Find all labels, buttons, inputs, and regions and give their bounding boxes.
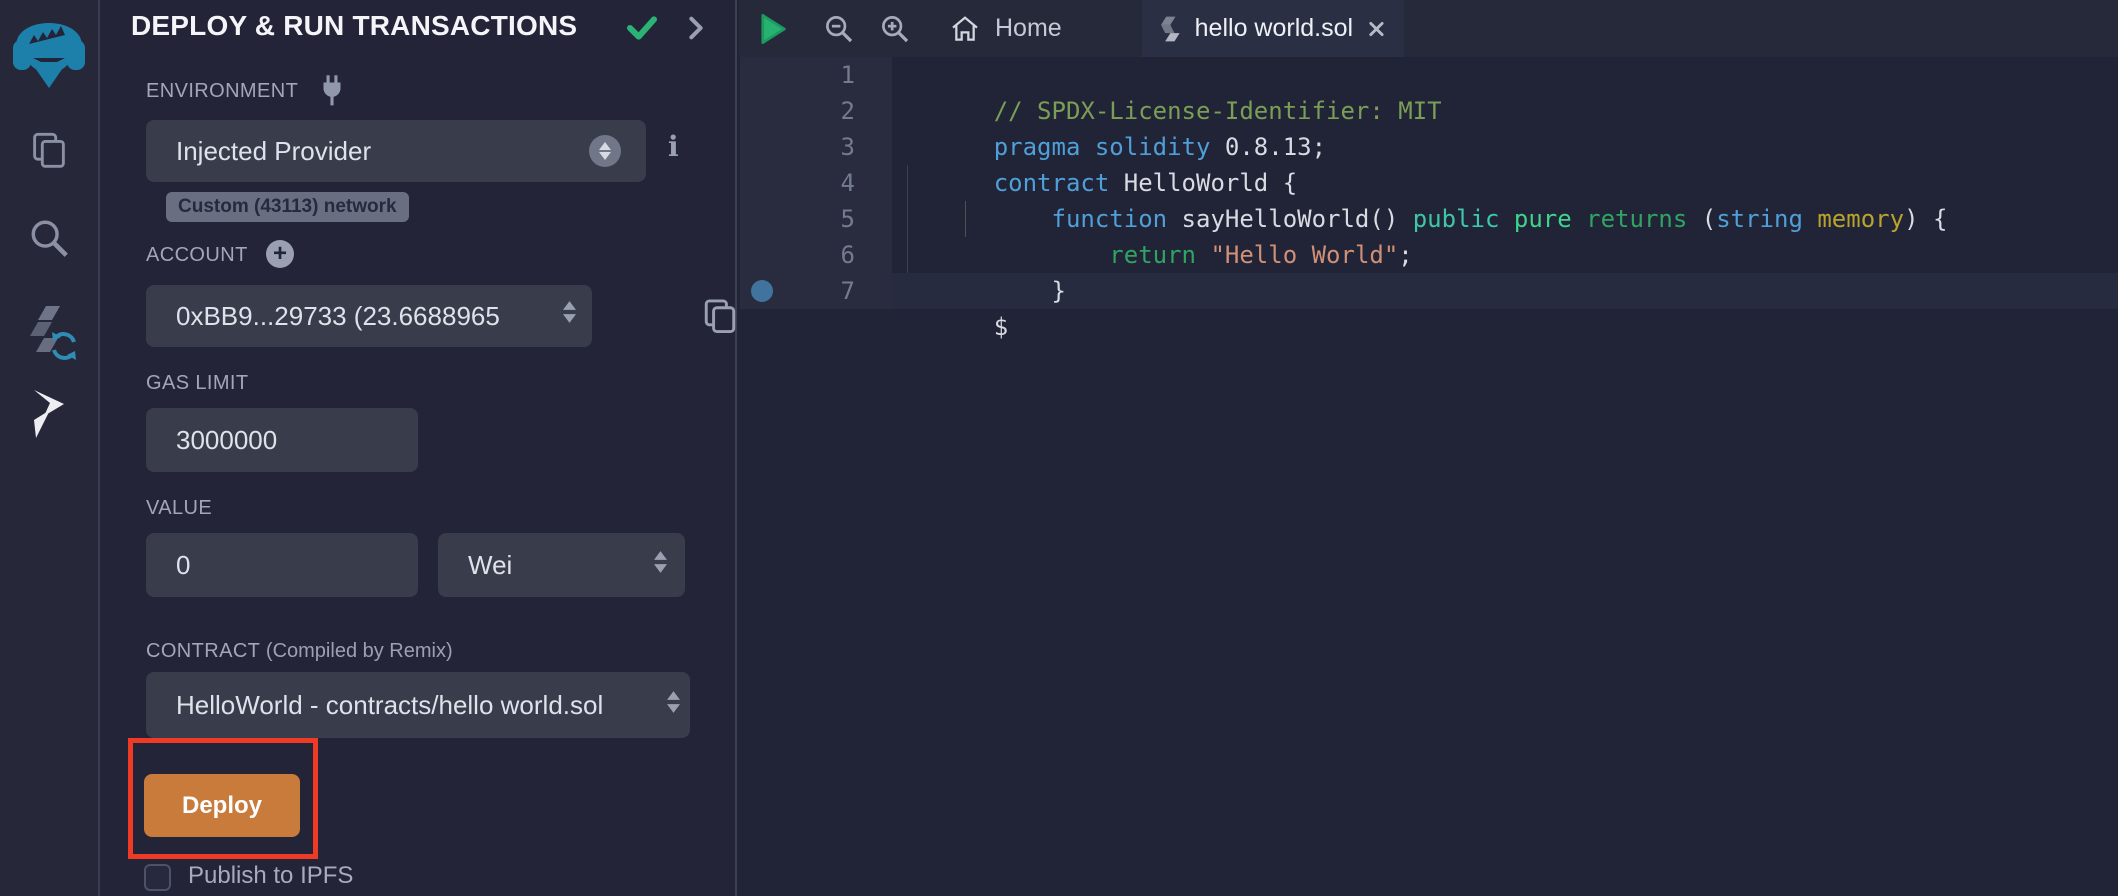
remix-logo-icon[interactable] xyxy=(0,6,98,92)
panel-expand-chevron-icon[interactable] xyxy=(685,14,707,42)
tab-home[interactable]: Home xyxy=(939,0,1072,57)
value-label: VALUE xyxy=(146,497,212,520)
code-token: string xyxy=(1716,205,1803,233)
arrow-up-icon xyxy=(667,691,680,700)
code-token: ; xyxy=(1398,241,1412,269)
contract-value: HelloWorld - contracts/hello world.sol xyxy=(176,690,603,721)
account-value: 0xBB9...29733 (23.6688965 xyxy=(176,301,500,332)
arrow-down-icon xyxy=(563,314,576,323)
arrow-down-icon xyxy=(667,704,680,713)
play-icon xyxy=(757,12,789,46)
search-icon[interactable] xyxy=(0,214,98,262)
code-line[interactable]: return "Hello World"; xyxy=(907,201,1413,237)
value-unit-select[interactable]: Wei xyxy=(438,533,685,597)
account-select[interactable]: 0xBB9...29733 (23.6688965 xyxy=(146,285,592,347)
contract-sublabel: (Compiled by Remix) xyxy=(266,640,453,662)
current-line-highlight xyxy=(892,273,2118,309)
account-select-stepper[interactable] xyxy=(563,301,576,323)
contract-select[interactable]: HelloWorld - contracts/hello world.sol xyxy=(146,672,690,738)
code-token xyxy=(1572,205,1586,233)
arrow-up-icon xyxy=(563,301,576,310)
arrow-up-icon xyxy=(654,551,667,560)
value-input[interactable]: 0 xyxy=(146,533,418,597)
solidity-file-icon xyxy=(1160,14,1181,44)
code-token xyxy=(1196,241,1210,269)
code-line[interactable]: contract HelloWorld { xyxy=(907,129,1297,165)
line-number: 1 xyxy=(739,57,855,93)
zoom-in-button[interactable] xyxy=(875,0,915,57)
publish-ipfs-checkbox[interactable] xyxy=(144,864,171,891)
line-number: 5 xyxy=(739,201,855,237)
network-badge: Custom (43113) network xyxy=(166,192,409,222)
code-line[interactable]: // SPDX-License-Identifier: MIT xyxy=(907,57,1442,93)
contract-select-stepper[interactable] xyxy=(663,691,680,713)
code-token: public xyxy=(1413,205,1500,233)
line-number: 2 xyxy=(739,93,855,129)
code-editor[interactable]: Home hello world.sol 1 2 3 4 xyxy=(739,0,2118,896)
annotation-red-box xyxy=(128,738,318,859)
value-amount: 0 xyxy=(176,550,190,581)
environment-value: Injected Provider xyxy=(176,136,371,167)
code-line[interactable]: $ xyxy=(907,273,1008,309)
run-script-button[interactable] xyxy=(751,0,795,57)
icon-rail xyxy=(0,0,100,896)
code-token: returns xyxy=(1586,205,1687,233)
add-account-icon[interactable]: + xyxy=(266,240,294,268)
environment-label: ENVIRONMENT xyxy=(146,80,298,103)
arrow-up-icon xyxy=(599,142,611,150)
panel-title: DEPLOY & RUN TRANSACTIONS xyxy=(131,10,577,42)
gas-limit-input[interactable]: 3000000 xyxy=(146,408,418,472)
home-tab-label: Home xyxy=(995,14,1062,43)
account-label: ACCOUNT xyxy=(146,244,248,267)
arrow-down-icon xyxy=(599,152,611,160)
file-explorer-icon[interactable] xyxy=(0,126,98,174)
code-line[interactable]: function sayHelloWorld() public pure ret… xyxy=(907,165,1947,201)
code-token: ) { xyxy=(1904,205,1947,233)
solidity-compiler-icon[interactable] xyxy=(0,298,98,364)
zoom-in-icon xyxy=(878,12,912,46)
code-token: "Hello World" xyxy=(1210,241,1398,269)
gas-limit-label: GAS LIMIT xyxy=(146,372,249,395)
deploy-and-run-icon[interactable] xyxy=(0,386,98,442)
contract-label-text: CONTRACT xyxy=(146,640,260,662)
zoom-out-icon xyxy=(822,12,856,46)
line-number: 3 xyxy=(739,129,855,165)
code-token: memory xyxy=(1817,205,1904,233)
close-tab-icon[interactable] xyxy=(1367,18,1386,40)
deploy-run-panel: DEPLOY & RUN TRANSACTIONS ENVIRONMENT In… xyxy=(100,0,737,896)
line-number: 7 xyxy=(739,273,855,309)
environment-select[interactable]: Injected Provider xyxy=(146,120,646,182)
line-number: 4 xyxy=(739,165,855,201)
code-line[interactable]: } xyxy=(907,237,1066,273)
tab-hello-world-sol[interactable]: hello world.sol xyxy=(1142,0,1404,57)
code-line[interactable]: pragma solidity 0.8.13; xyxy=(907,93,1326,129)
environment-select-stepper[interactable] xyxy=(589,135,621,167)
zoom-out-button[interactable] xyxy=(819,0,859,57)
value-unit: Wei xyxy=(468,550,512,581)
remix-ide-window: DEPLOY & RUN TRANSACTIONS ENVIRONMENT In… xyxy=(0,0,2118,896)
editor-tab-bar: Home hello world.sol xyxy=(739,0,2118,57)
check-icon xyxy=(625,12,659,44)
gas-limit-value: 3000000 xyxy=(176,425,277,456)
home-icon xyxy=(949,13,981,45)
line-number: 6 xyxy=(739,237,855,273)
publish-ipfs-label: Publish to IPFS xyxy=(188,862,353,890)
code-token: pure xyxy=(1514,205,1572,233)
contract-label: CONTRACT (Compiled by Remix) xyxy=(146,640,453,663)
arrow-down-icon xyxy=(654,564,667,573)
code-token: ( xyxy=(1687,205,1716,233)
copy-account-icon[interactable] xyxy=(698,293,742,339)
file-tab-label: hello world.sol xyxy=(1195,14,1353,43)
info-icon[interactable]: i xyxy=(668,130,679,163)
plug-icon xyxy=(316,74,348,108)
code-token xyxy=(1803,205,1817,233)
code-token xyxy=(1499,205,1513,233)
value-unit-stepper[interactable] xyxy=(654,551,667,573)
code-token: $ xyxy=(994,313,1008,341)
